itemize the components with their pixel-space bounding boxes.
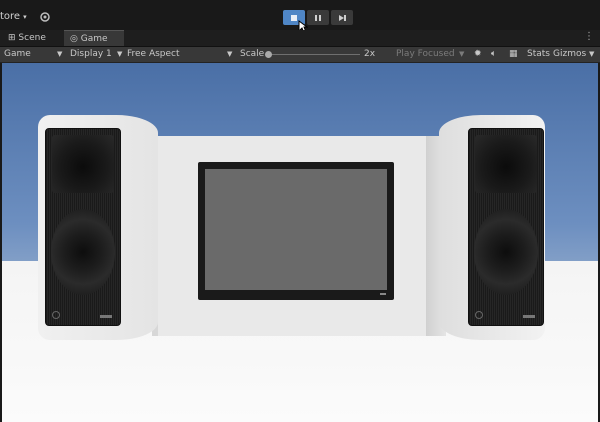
- speaker-horn: [475, 135, 537, 193]
- tab-game[interactable]: ◎ Game: [64, 30, 124, 46]
- chevron-down-icon: ▼: [589, 50, 595, 58]
- right-speaker: [468, 128, 544, 326]
- grid-icon: ⊞: [8, 33, 16, 43]
- pause-icon: [315, 14, 321, 21]
- bug-icon[interactable]: ✹: [474, 47, 482, 62]
- store-label: tore: [0, 11, 21, 22]
- gamepad-icon: ◎: [70, 34, 78, 44]
- stats-grid-icon[interactable]: ▦: [509, 47, 518, 62]
- display-dropdown[interactable]: Display 1 ▼: [70, 47, 122, 62]
- settings-gear-icon[interactable]: [39, 11, 51, 23]
- scale-slider-track[interactable]: [268, 54, 360, 55]
- aspect-label: Free Aspect: [127, 49, 180, 59]
- mode-label: Game: [4, 49, 31, 59]
- play-controls: [283, 10, 353, 26]
- display-label: Display 1: [70, 49, 112, 59]
- play-focused-label: Play Focused: [396, 49, 455, 59]
- audio-mute-icon[interactable]: 🔈︎: [491, 47, 496, 62]
- tv-logo: [380, 293, 386, 295]
- chevron-down-icon: ▾: [23, 13, 27, 21]
- mode-dropdown[interactable]: Game ▼: [4, 47, 62, 62]
- scale-slider-handle[interactable]: [265, 51, 272, 58]
- stats-button[interactable]: Stats: [527, 47, 550, 62]
- scale-label: Scale: [240, 49, 265, 59]
- chevron-down-icon: ▼: [459, 50, 465, 58]
- tab-scene-label: Scene: [18, 33, 46, 43]
- step-button[interactable]: [331, 10, 353, 25]
- tab-game-label: Game: [80, 34, 108, 44]
- scale-value: 2x: [364, 49, 376, 59]
- tab-scene[interactable]: ⊞ Scene: [8, 30, 46, 46]
- speaker-woofer: [51, 209, 115, 295]
- game-toolbar: Game ▼ Display 1 ▼ Free Aspect ▼ Scale 2…: [0, 47, 600, 63]
- more-menu-icon[interactable]: ⋮: [584, 31, 594, 42]
- step-icon: [338, 14, 346, 21]
- tab-bar: ⊞ Scene ◎ Game ⋮: [0, 30, 600, 47]
- speaker-logo-icon: [475, 311, 483, 319]
- left-speaker: [45, 128, 121, 326]
- store-dropdown[interactable]: tore ▾: [0, 11, 27, 22]
- top-bar: tore ▾: [0, 0, 600, 34]
- tv-screen: [205, 169, 387, 290]
- aspect-dropdown[interactable]: Free Aspect ▼: [127, 47, 232, 62]
- speaker-woofer: [474, 209, 538, 295]
- chevron-down-icon: ▼: [117, 50, 123, 58]
- speaker-badge: [523, 315, 535, 318]
- speaker-badge: [100, 315, 112, 318]
- gizmos-dropdown[interactable]: Gizmos ▼: [553, 47, 594, 62]
- speaker-logo-icon: [52, 311, 60, 319]
- play-focused-dropdown[interactable]: Play Focused ▼: [396, 47, 464, 62]
- stop-icon: [291, 14, 297, 21]
- chevron-down-icon: ▼: [57, 50, 63, 58]
- speaker-horn: [52, 135, 114, 193]
- game-viewport[interactable]: [2, 63, 598, 422]
- pause-button[interactable]: [307, 10, 329, 25]
- gizmos-label: Gizmos: [553, 49, 587, 59]
- chevron-down-icon: ▼: [227, 50, 233, 58]
